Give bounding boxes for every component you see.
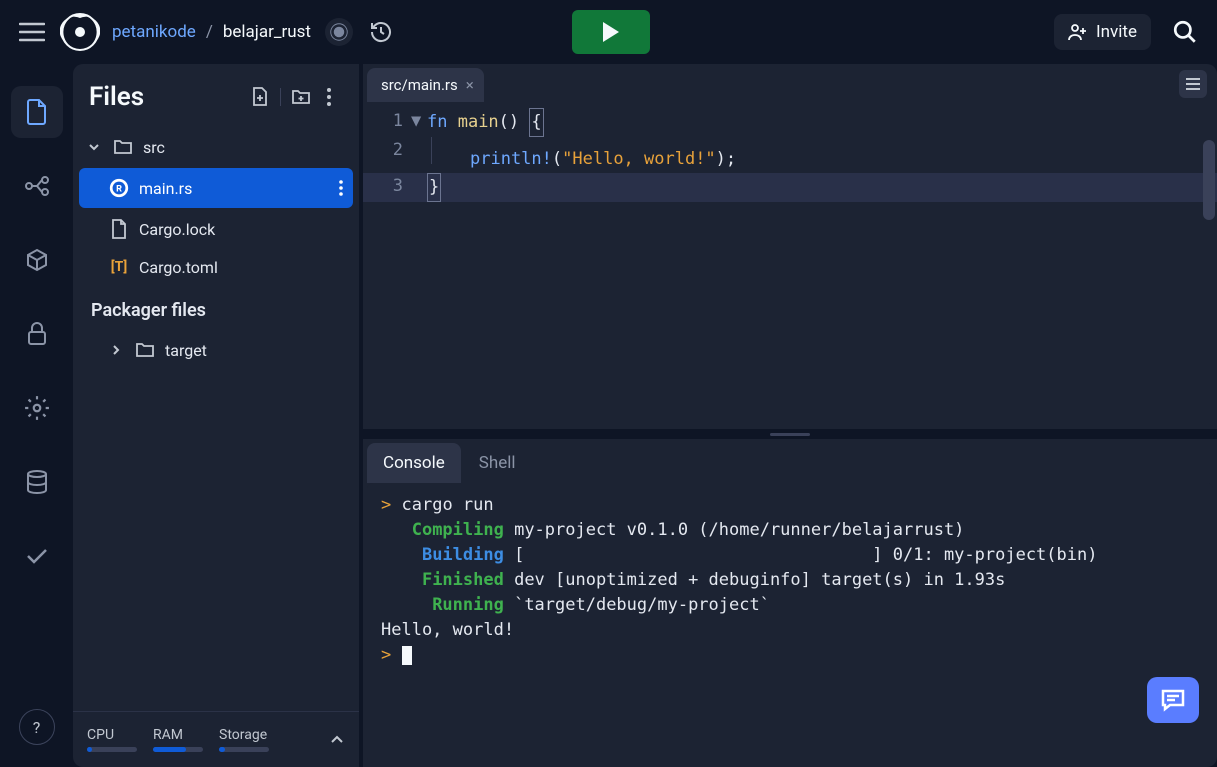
folder-icon [133, 341, 157, 359]
workarea: src/main.rs × 1 ▼ fn main() { 2 println!… [359, 64, 1217, 767]
console-tabs: Console Shell [363, 439, 1217, 483]
files-more-button[interactable] [315, 88, 343, 106]
editor-tabbar: src/main.rs × [363, 64, 1217, 102]
tab-label: src/main.rs [381, 76, 458, 94]
header: petanikode / belajar_rust Invite [0, 0, 1217, 64]
terminal[interactable]: > cargo run Compiling my-project v0.1.0 … [367, 483, 1213, 763]
files-sidebar: Files src R main.rs Cargo.lock [T] [73, 64, 359, 767]
people-plus-icon [1068, 23, 1088, 41]
invite-button[interactable]: Invite [1054, 14, 1151, 50]
folder-icon [111, 138, 135, 156]
file-label: main.rs [139, 179, 192, 198]
editor-view-toggle[interactable] [1179, 70, 1207, 98]
file-more-icon[interactable] [339, 180, 343, 196]
svg-text:R: R [116, 185, 122, 195]
file-tree: src R main.rs Cargo.lock [T] Cargo.toml … [73, 128, 359, 767]
files-title: Files [89, 82, 246, 112]
file-cargo-lock[interactable]: Cargo.lock [73, 210, 359, 248]
run-button[interactable] [572, 10, 650, 54]
new-file-button[interactable] [246, 87, 274, 107]
cpu-meter: CPU [87, 727, 137, 752]
resources-expand-icon[interactable] [329, 732, 345, 748]
file-cargo-toml[interactable]: [T] Cargo.toml [73, 248, 359, 286]
tab-shell[interactable]: Shell [463, 443, 532, 483]
file-label: Cargo.toml [139, 258, 218, 277]
tests-icon[interactable] [11, 530, 63, 582]
invite-label: Invite [1096, 22, 1137, 42]
files-header: Files [73, 82, 359, 128]
console-pane: Console Shell > cargo run Compiling my-p… [363, 439, 1217, 767]
editor-tab[interactable]: src/main.rs × [367, 68, 484, 102]
chevron-down-icon [85, 141, 103, 153]
code-editor[interactable]: 1 ▼ fn main() { 2 println!("Hello, world… [363, 102, 1217, 429]
search-icon [1172, 19, 1198, 45]
secrets-icon[interactable] [11, 308, 63, 360]
folder-label: target [165, 341, 207, 360]
ram-meter: RAM [153, 727, 203, 752]
breadcrumb-owner[interactable]: petanikode [112, 22, 196, 42]
files-tool-icon[interactable] [11, 86, 63, 138]
packages-icon[interactable] [11, 234, 63, 286]
chevron-right-icon [107, 344, 125, 356]
fold-icon[interactable]: ▼ [411, 108, 427, 137]
rust-file-icon: R [107, 177, 131, 199]
search-button[interactable] [1165, 12, 1205, 52]
file-icon [107, 219, 131, 239]
database-icon[interactable] [11, 456, 63, 508]
history-button[interactable] [361, 12, 401, 52]
tab-console[interactable]: Console [367, 443, 461, 483]
folder-src[interactable]: src [73, 128, 359, 166]
terminal-cursor [402, 646, 412, 665]
logo[interactable] [60, 12, 100, 52]
pane-resize-handle[interactable] [363, 429, 1217, 439]
packager-section-title: Packager files [73, 286, 359, 331]
file-main-rs[interactable]: R main.rs [79, 168, 353, 208]
menu-button[interactable] [12, 12, 52, 52]
folder-target[interactable]: target [73, 331, 359, 369]
editor-scrollbar[interactable] [1203, 140, 1215, 220]
storage-meter: Storage [219, 727, 269, 752]
line-number: 2 [363, 137, 411, 173]
file-label: Cargo.lock [139, 220, 215, 239]
close-icon[interactable]: × [466, 76, 474, 94]
tool-sidebar: ? [0, 64, 73, 767]
settings-icon[interactable] [11, 382, 63, 434]
chat-icon [1160, 688, 1186, 712]
editor-pane: src/main.rs × 1 ▼ fn main() { 2 println!… [363, 64, 1217, 429]
folder-label: src [143, 138, 165, 157]
language-badge [325, 18, 353, 46]
play-icon [601, 21, 621, 43]
help-button[interactable]: ? [19, 709, 55, 745]
line-number: 3 [363, 173, 411, 202]
main: ? Files src R main.rs Cargo.lock [0, 64, 1217, 767]
line-number: 1 [363, 108, 411, 137]
new-folder-button[interactable] [287, 88, 315, 106]
toml-file-icon: [T] [107, 259, 131, 275]
chat-button[interactable] [1147, 677, 1199, 723]
resources-bar[interactable]: CPU RAM Storage [73, 711, 359, 767]
breadcrumb: petanikode / belajar_rust [112, 22, 311, 42]
breadcrumb-separator: / [206, 22, 213, 42]
version-control-icon[interactable] [11, 160, 63, 212]
breadcrumb-project[interactable]: belajar_rust [223, 22, 311, 42]
